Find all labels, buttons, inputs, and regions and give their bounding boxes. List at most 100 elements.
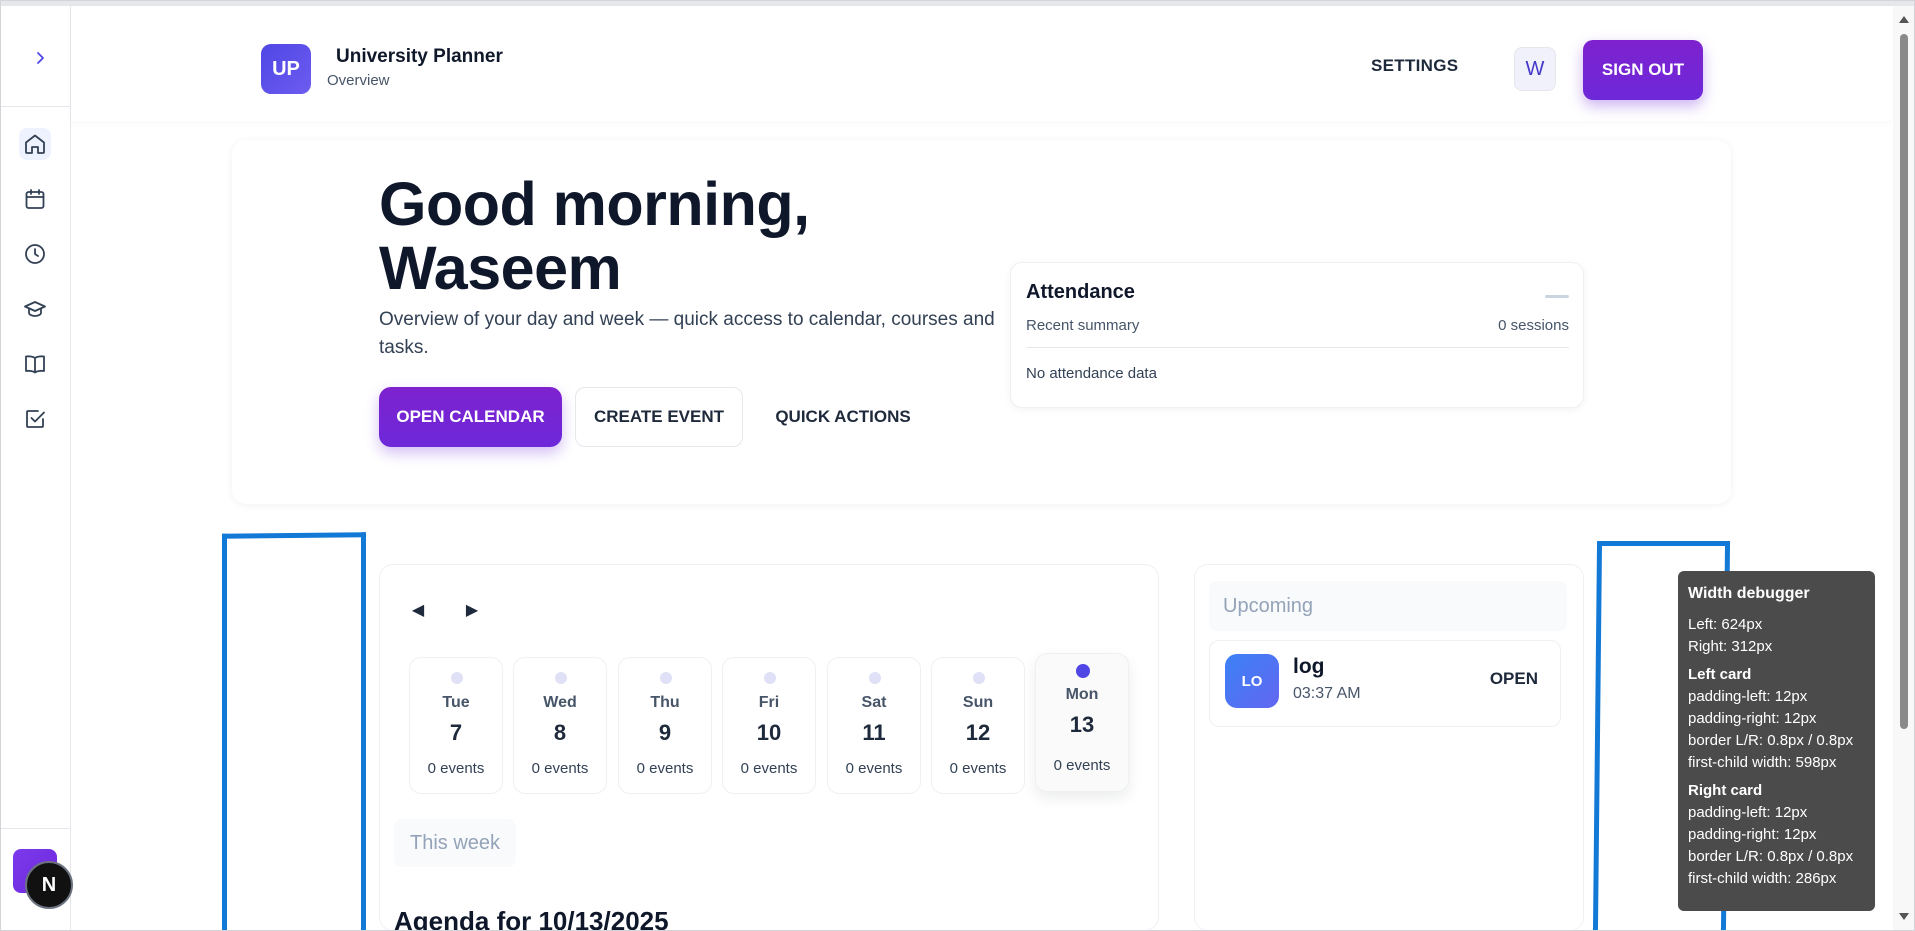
day-indicator-dot — [869, 672, 881, 684]
day-indicator-dot — [973, 672, 985, 684]
day-tile[interactable]: Fri 10 0 events — [722, 657, 816, 794]
day-number: 12 — [965, 720, 991, 745]
sidebar-item-calendar[interactable] — [19, 183, 51, 215]
day-number: 11 — [862, 720, 886, 745]
day-indicator-dot — [451, 672, 463, 684]
avatar[interactable]: W — [1514, 47, 1556, 91]
page-subtitle: Overview — [327, 72, 390, 89]
graduation-cap-icon — [24, 301, 46, 317]
debugger-line: padding-left: 12px — [1688, 688, 1808, 705]
attendance-divider — [1026, 347, 1569, 348]
day-number: 9 — [658, 720, 672, 745]
calendar-icon — [25, 189, 45, 209]
day-tile[interactable]: Sat 11 0 events — [827, 657, 921, 794]
hero-description: Overview of your day and week — quick ac… — [379, 309, 995, 358]
debugger-line: first-child width: 598px — [1688, 754, 1837, 771]
scroll-down-icon[interactable] — [1899, 913, 1909, 920]
checkbox-icon — [26, 410, 45, 428]
debugger-line: padding-right: 12px — [1688, 826, 1817, 843]
day-number: 7 — [449, 720, 463, 745]
debugger-left: Left: 624px — [1688, 616, 1763, 633]
day-indicator-dot — [764, 672, 776, 684]
top-header: UP University Planner Overview SETTINGS … — [71, 6, 1893, 121]
sidebar-item-courses[interactable] — [19, 293, 51, 325]
attendance-card: Attendance Recent summary 0 sessions No … — [1010, 262, 1584, 408]
this-week-label[interactable]: This week — [394, 819, 516, 867]
attendance-subtitle: Recent summary — [1026, 317, 1140, 334]
sidebar — [0, 6, 71, 931]
quick-actions-button[interactable]: QUICK ACTIONS — [760, 387, 926, 447]
open-calendar-button[interactable]: OPEN CALENDAR — [379, 387, 562, 447]
event-time: 03:37 AM — [1293, 685, 1361, 702]
day-name: Thu — [650, 694, 680, 711]
upcoming-heading: Upcoming — [1209, 581, 1567, 631]
settings-button[interactable]: SETTINGS — [1371, 56, 1458, 76]
day-event-count: 0 events — [1053, 757, 1111, 774]
day-event-count: 0 events — [845, 760, 903, 777]
debugger-right: Right: 312px — [1688, 638, 1773, 655]
attendance-title: Attendance — [1026, 281, 1135, 303]
event-badge: LO — [1225, 654, 1279, 708]
sidebar-item-schedule[interactable] — [19, 238, 51, 270]
day-number: 10 — [756, 720, 782, 745]
event-name: log — [1293, 655, 1325, 678]
book-icon — [25, 355, 45, 374]
day-indicator-dot — [555, 672, 567, 684]
day-event-count: 0 events — [636, 760, 694, 777]
create-event-button[interactable]: CREATE EVENT — [575, 387, 743, 447]
day-event-count: 0 events — [531, 760, 589, 777]
next-dev-badge[interactable]: N — [25, 861, 73, 909]
today-indicator-dot — [1076, 664, 1090, 678]
sidebar-item-tasks[interactable] — [19, 403, 51, 435]
debugger-line: first-child width: 286px — [1688, 870, 1837, 887]
sidebar-divider — [0, 106, 70, 107]
page-scrollbar[interactable] — [1893, 6, 1915, 931]
debugger-title: Width debugger — [1688, 585, 1810, 602]
next-week-icon[interactable]: ▶ — [460, 598, 484, 622]
open-event-button[interactable]: OPEN — [1490, 669, 1538, 689]
chevron-right-icon[interactable] — [28, 46, 52, 70]
day-tile[interactable]: Wed 8 0 events — [513, 657, 607, 794]
width-debugger-panel: Width debugger Left: 624px Right: 312px … — [1678, 571, 1875, 911]
collapse-icon[interactable] — [1545, 295, 1569, 298]
left-debug-outline — [222, 532, 366, 931]
attendance-empty-state: No attendance data — [1026, 365, 1157, 382]
app-title: University Planner — [336, 46, 503, 67]
prev-week-icon[interactable]: ◀ — [406, 598, 430, 622]
day-number: 8 — [553, 720, 567, 745]
day-name: Fri — [758, 694, 780, 711]
upcoming-item[interactable]: LO log 03:37 AM OPEN — [1209, 640, 1561, 727]
day-event-count: 0 events — [427, 760, 485, 777]
debugger-line: border L/R: 0.8px / 0.8px — [1688, 848, 1854, 865]
day-name: Wed — [543, 694, 577, 711]
attendance-count: 0 sessions — [1498, 317, 1569, 334]
day-number: 13 — [1069, 712, 1095, 737]
day-name: Tue — [442, 694, 470, 711]
clock-icon — [25, 244, 45, 264]
day-name: Sat — [861, 694, 887, 711]
day-tile[interactable]: Thu 9 0 events — [618, 657, 712, 794]
day-tile[interactable]: Sun 12 0 events — [931, 657, 1025, 794]
day-indicator-dot — [660, 672, 672, 684]
debugger-line: padding-left: 12px — [1688, 804, 1808, 821]
day-name: Sun — [962, 694, 994, 711]
agenda-title: Agenda for 10/13/2025 — [394, 906, 669, 931]
day-event-count: 0 events — [740, 760, 798, 777]
scrollbar-thumb[interactable] — [1900, 34, 1908, 729]
scroll-up-icon[interactable] — [1899, 16, 1909, 23]
day-event-count: 0 events — [949, 760, 1007, 777]
debugger-line: border L/R: 0.8px / 0.8px — [1688, 732, 1854, 749]
debugger-right-card-title: Right card — [1688, 782, 1763, 799]
debugger-line: padding-right: 12px — [1688, 710, 1817, 727]
sidebar-bottom-divider — [0, 828, 70, 829]
greeting-title: Good morning, Waseem — [379, 170, 810, 302]
sign-out-button[interactable]: SIGN OUT — [1583, 40, 1703, 100]
home-icon — [25, 134, 45, 154]
debugger-left-card-title: Left card — [1688, 666, 1752, 683]
sidebar-item-library[interactable] — [19, 348, 51, 380]
day-name: Mon — [1065, 686, 1099, 703]
day-tile-today[interactable]: Mon 13 0 events — [1035, 653, 1129, 792]
app-logo: UP — [261, 44, 311, 94]
sidebar-item-home[interactable] — [19, 128, 51, 160]
day-tile[interactable]: Tue 7 0 events — [409, 657, 503, 794]
